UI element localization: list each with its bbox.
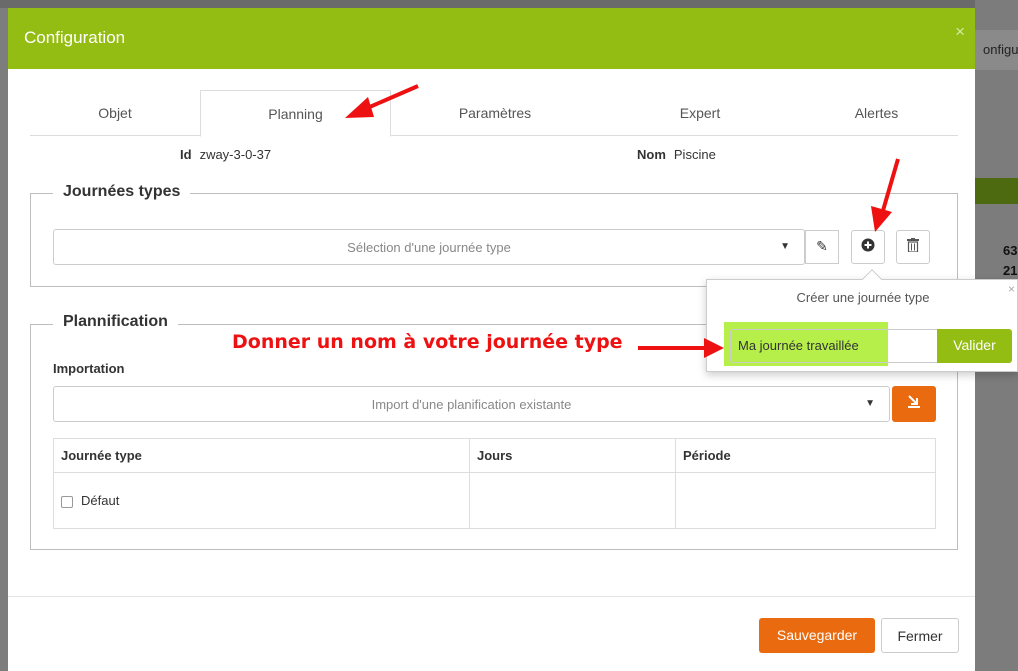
journee-type-select[interactable]: Sélection d'une journée type ▼ bbox=[53, 229, 805, 265]
footer-divider bbox=[8, 596, 975, 597]
id-label: Id bbox=[180, 147, 192, 162]
background-tab: onfigu bbox=[975, 30, 1018, 70]
column-header: Période bbox=[675, 438, 936, 473]
column-header: Journée type bbox=[53, 438, 470, 473]
import-placeholder: Import d'une planification existante bbox=[371, 397, 572, 412]
plannification-legend: Plannification bbox=[53, 313, 178, 331]
modal-header: Configuration × bbox=[8, 8, 975, 69]
background-number: 63 bbox=[1003, 243, 1018, 258]
importation-label: Importation bbox=[53, 361, 125, 376]
journee-name: Défaut bbox=[81, 493, 120, 508]
modal-title: Configuration bbox=[24, 28, 126, 47]
plus-circle-icon bbox=[861, 238, 875, 252]
close-icon[interactable]: × bbox=[1008, 282, 1015, 296]
background-strip bbox=[0, 0, 1018, 8]
delete-journee-button[interactable] bbox=[896, 230, 930, 264]
caret-down-icon: ▼ bbox=[780, 241, 790, 252]
journee-type-placeholder: Sélection d'une journée type bbox=[347, 240, 511, 255]
id-value: zway-3-0-37 bbox=[199, 147, 272, 162]
table-header-row: Journée type Jours Période bbox=[53, 438, 936, 473]
annotation-text: Donner un nom à votre journée type bbox=[232, 331, 623, 353]
save-button[interactable]: Sauvegarder bbox=[759, 618, 875, 653]
tab-expert[interactable]: Expert bbox=[605, 90, 795, 136]
table-cell: Défaut bbox=[53, 472, 470, 529]
trash-icon bbox=[907, 238, 919, 253]
caret-down-icon: ▼ bbox=[865, 398, 875, 409]
popover-title: Créer une journée type bbox=[796, 290, 930, 305]
table-row: Défaut bbox=[53, 472, 936, 529]
tab-parametres[interactable]: Paramètres bbox=[400, 90, 590, 136]
tab-planning[interactable]: Planning bbox=[200, 90, 391, 137]
background-number: 21 bbox=[1003, 263, 1018, 278]
nom-field: Nom Piscine bbox=[637, 147, 716, 162]
tab-bar: Objet Planning Paramètres Expert Alertes bbox=[30, 90, 958, 137]
import-icon bbox=[908, 395, 920, 408]
id-field: Id zway-3-0-37 bbox=[180, 147, 271, 162]
nom-label: Nom bbox=[637, 147, 666, 162]
journees-types-legend: Journées types bbox=[53, 183, 191, 201]
planning-table: Journée type Jours Période Défaut bbox=[53, 438, 936, 529]
tab-alertes[interactable]: Alertes bbox=[795, 90, 958, 136]
import-select[interactable]: Import d'une planification existante ▼ bbox=[53, 386, 890, 422]
table-cell bbox=[469, 472, 676, 529]
close-icon[interactable]: × bbox=[955, 22, 965, 42]
pencil-icon: ✎ bbox=[816, 238, 828, 254]
add-journee-button[interactable] bbox=[851, 230, 885, 264]
checkbox[interactable] bbox=[61, 495, 73, 508]
import-button[interactable] bbox=[892, 386, 936, 422]
background-bar bbox=[975, 178, 1018, 204]
valider-button[interactable]: Valider bbox=[937, 329, 1012, 363]
column-header: Jours bbox=[469, 438, 676, 473]
close-button[interactable]: Fermer bbox=[881, 618, 959, 653]
tab-objet[interactable]: Objet bbox=[30, 90, 200, 136]
journee-name-input[interactable]: Ma journée travaillée bbox=[730, 329, 940, 363]
edit-journee-button[interactable]: ✎ bbox=[805, 230, 839, 264]
nom-value: Piscine bbox=[673, 147, 716, 162]
table-cell bbox=[675, 472, 936, 529]
